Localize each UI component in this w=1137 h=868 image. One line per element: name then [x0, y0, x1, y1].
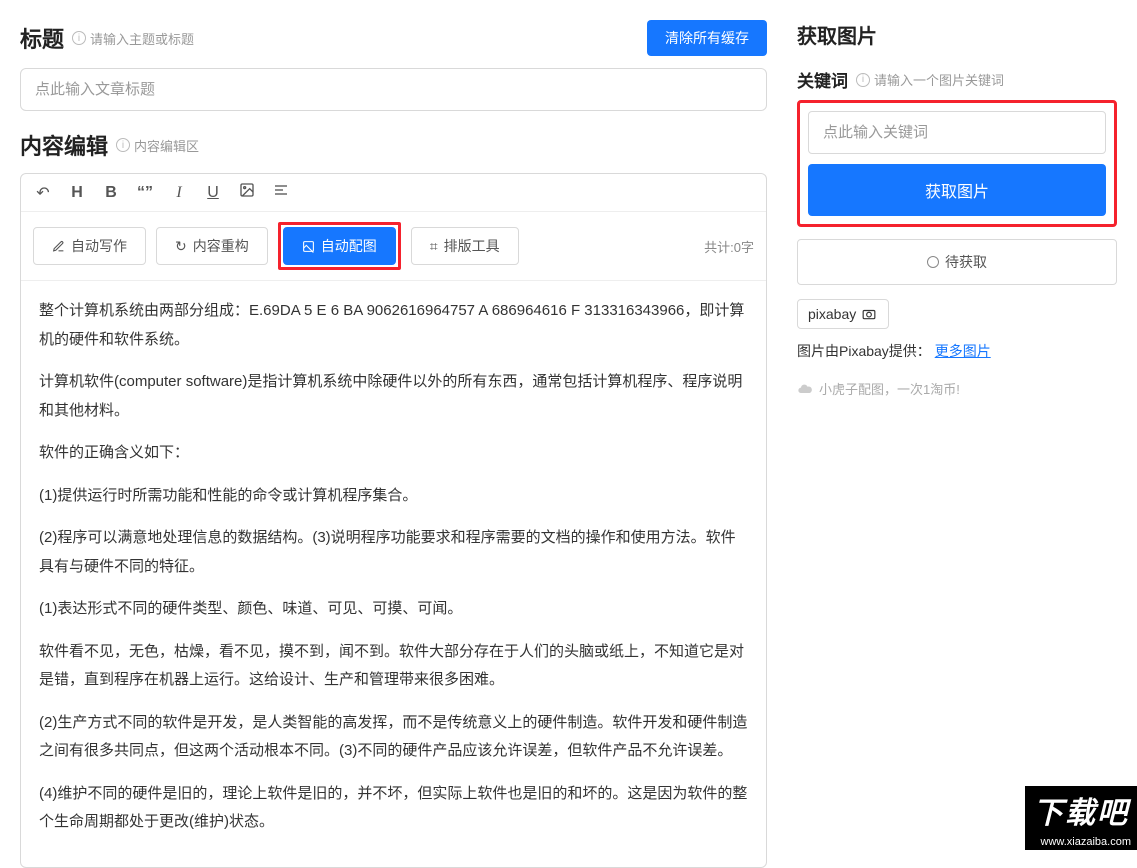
image-icon[interactable] — [237, 182, 257, 203]
clear-cache-button[interactable]: 清除所有缓存 — [647, 20, 767, 56]
layout-icon: ⌗ — [430, 238, 438, 255]
restructure-button[interactable]: ↻ 内容重构 — [156, 227, 268, 265]
paragraph: 计算机软件(computer software)是指计算机系统中除硬件以外的所有… — [39, 368, 748, 425]
paragraph: 整个计算机系统由两部分组成：E.69DA 5 E 6 BA 9062616964… — [39, 297, 748, 354]
editor-hint: i 内容编辑区 — [116, 136, 199, 155]
editor-header: 内容编辑 i 内容编辑区 — [20, 129, 767, 161]
watermark: 下载吧 www.xiazaiba.com — [1025, 786, 1137, 850]
editor-label: 内容编辑 — [20, 129, 108, 161]
paragraph: (2)生产方式不同的软件是开发，是人类智能的高发挥，而不是传统意义上的硬件制造。… — [39, 709, 748, 766]
footer-note: 小虎子配图，一次1淘币! — [797, 379, 1117, 398]
title-hint: i 请输入主题或标题 — [72, 29, 194, 48]
pending-button[interactable]: 待获取 — [797, 239, 1117, 285]
paragraph: (1)表达形式不同的硬件类型、颜色、味道、可见、可摸、可闻。 — [39, 595, 748, 624]
keyword-title: 关键词 i 请输入一个图片关键词 — [797, 67, 1117, 92]
heading-icon[interactable]: H — [67, 184, 87, 202]
format-toolbar: ↶ H B “” I U — [21, 174, 766, 212]
layout-tool-button[interactable]: ⌗ 排版工具 — [411, 227, 519, 265]
quote-icon[interactable]: “” — [135, 184, 155, 202]
auto-image-button[interactable]: 自动配图 — [283, 227, 396, 265]
bold-icon[interactable]: B — [101, 184, 121, 202]
article-title-input[interactable] — [20, 68, 767, 111]
keyword-input[interactable] — [808, 111, 1106, 154]
info-icon: i — [72, 31, 86, 45]
content-area[interactable]: 整个计算机系统由两部分组成：E.69DA 5 E 6 BA 9062616964… — [21, 281, 766, 867]
circle-icon — [927, 256, 939, 268]
paragraph: (2)程序可以满意地处理信息的数据结构。(3)说明程序功能要求和程序需要的文档的… — [39, 524, 748, 581]
paragraph: 软件看不见，无色，枯燥，看不见，摸不到，闻不到。软件大部分存在于人们的头脑或纸上… — [39, 638, 748, 695]
keyword-highlight-box: 获取图片 — [797, 100, 1117, 227]
camera-icon — [860, 307, 878, 321]
underline-icon[interactable]: U — [203, 184, 223, 202]
title-label: 标题 — [20, 22, 64, 54]
action-toolbar: 自动写作 ↻ 内容重构 自动配图 ⌗ 排版工具 共计:0字 — [21, 212, 766, 281]
cloud-icon — [797, 381, 813, 397]
paragraph: (4)维护不同的硬件是旧的，理论上软件是旧的，并不坏，但实际上软件也是旧的和坏的… — [39, 780, 748, 837]
fetch-image-button[interactable]: 获取图片 — [808, 164, 1106, 216]
align-icon[interactable] — [271, 182, 291, 203]
more-images-link[interactable]: 更多图片 — [935, 343, 991, 359]
pixabay-badge: pixabay — [797, 299, 889, 329]
undo-icon[interactable]: ↶ — [33, 183, 53, 203]
editor-box: ↶ H B “” I U 自动写作 ↻ — [20, 173, 767, 868]
provider-line: 图片由Pixabay提供： 更多图片 — [797, 341, 1117, 361]
auto-image-highlight: 自动配图 — [278, 222, 401, 270]
info-icon: i — [116, 138, 130, 152]
word-count: 共计:0字 — [704, 237, 754, 256]
refresh-icon: ↻ — [175, 238, 187, 255]
auto-write-button[interactable]: 自动写作 — [33, 227, 146, 265]
info-icon: i — [856, 73, 870, 87]
paragraph: (1)提供运行时所需功能和性能的命令或计算机程序集合。 — [39, 482, 748, 511]
title-header: 标题 i 请输入主题或标题 清除所有缓存 — [20, 20, 767, 56]
italic-icon[interactable]: I — [169, 184, 189, 202]
keyword-hint: i 请输入一个图片关键词 — [856, 70, 1004, 89]
fetch-image-title: 获取图片 — [797, 20, 1117, 49]
paragraph: 软件的正确含义如下： — [39, 439, 748, 468]
